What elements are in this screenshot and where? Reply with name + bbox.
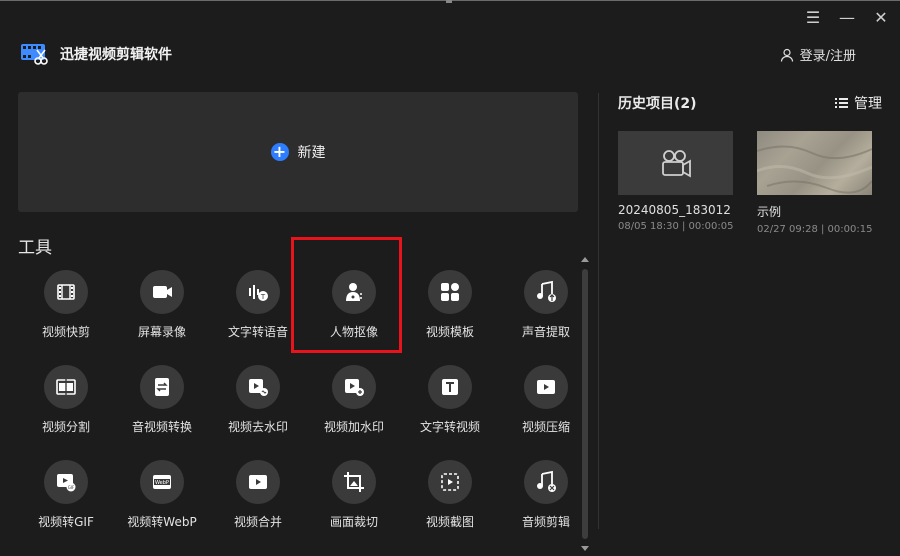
project-name: 20240805_183012 [618,203,731,217]
project-thumbnail [618,131,733,195]
new-project-button[interactable]: + 新建 [18,92,578,212]
remove-watermark-icon [236,365,280,409]
video-compress-icon [524,365,568,409]
history-title: 历史项目(2) [618,96,697,112]
tool-label: 屏幕录像 [137,325,186,339]
tools-section-title: 工具 [18,238,52,258]
manage-button[interactable]: 管理 [835,93,882,113]
tool-label: 视频加水印 [323,420,384,434]
manage-label: 管理 [854,96,882,112]
login-button[interactable]: 登录/注册 [780,45,856,64]
history-project-card[interactable]: 20240805_183012 08/05 18:30 | 00:00:05 [618,131,733,232]
scroll-up-arrow-icon[interactable] [581,257,589,262]
scroll-thumb[interactable] [582,269,588,539]
tool-label: 文字转语音 [227,325,288,339]
history-project-card[interactable]: 示例 02/27 09:28 | 00:00:15 [757,131,872,235]
highlight-box [291,237,402,353]
tool-text-to-video[interactable]: 文字转视频 [402,358,498,453]
panel-divider [598,93,599,529]
screen-record-icon [140,270,184,314]
tool-label: 视频转GIF [38,515,94,529]
tool-label: 文字转视频 [419,420,480,434]
tool-label: 视频分割 [41,420,90,434]
svg-text:T: T [260,293,266,301]
close-icon[interactable]: ✕ [872,9,890,27]
desert-landscape-image [757,145,872,194]
camera-placeholder-icon [661,150,691,178]
app-logo-icon [20,41,48,67]
window-controls: ☰ — ✕ [804,9,890,27]
tool-video-merge[interactable]: 视频合并 [210,453,306,548]
crop-icon [332,460,376,504]
menu-icon[interactable]: ☰ [804,9,822,27]
video-split-icon [44,365,88,409]
login-label: 登录/注册 [799,49,856,64]
tool-label: 视频截图 [425,515,474,529]
tool-remove-watermark[interactable]: 视频去水印 [210,358,306,453]
project-name: 示例 [757,205,782,219]
tool-screen-record[interactable]: 屏幕录像 [114,263,210,358]
user-icon [780,48,793,62]
app-title: 迅捷视频剪辑软件 [60,47,172,63]
tool-label: 画面裁切 [329,515,378,529]
plus-icon: + [270,143,289,161]
tool-video-to-gif[interactable]: GIF 视频转GIF [18,453,114,548]
tool-crop[interactable]: 画面裁切 [306,453,402,548]
audio-extract-icon [524,270,568,314]
tools-scrollbar[interactable] [579,257,591,551]
video-screenshot-icon [428,460,472,504]
svg-text:GIF: GIF [68,485,75,490]
tool-film-strip[interactable]: 视频快剪 [18,263,114,358]
project-meta: 08/05 18:30 | 00:00:05 [618,221,734,232]
tool-label: 视频模板 [425,325,474,339]
tool-label: 视频去水印 [227,420,288,434]
text-to-video-icon [428,365,472,409]
text-to-speech-icon: T [236,270,280,314]
video-to-gif-icon: GIF [44,460,88,504]
av-convert-icon [140,365,184,409]
tool-label: 音频剪辑 [521,515,570,529]
add-watermark-icon [332,365,376,409]
list-icon [835,98,848,108]
tool-label: 音视频转换 [131,420,192,434]
tool-av-convert[interactable]: 音视频转换 [114,358,210,453]
tool-video-to-webp[interactable]: WebP 视频转WebP [114,453,210,548]
new-project-label: 新建 [297,145,326,161]
tool-label: 视频合并 [233,515,282,529]
scroll-down-arrow-icon[interactable] [581,546,589,551]
top-edge-marker [446,0,452,3]
tool-template[interactable]: 视频模板 [402,263,498,358]
project-thumbnail [757,131,872,195]
tool-video-split[interactable]: 视频分割 [18,358,114,453]
video-merge-icon [236,460,280,504]
template-icon [428,270,472,314]
tool-label: 声音提取 [521,325,570,339]
app-window: ☰ — ✕ 迅捷视频剪辑软件 登录/注册 + 新建 工具 视频快剪 屏幕录像 T… [0,0,900,556]
minimize-icon[interactable]: — [838,9,856,27]
svg-text:WebP: WebP [155,480,169,486]
tool-add-watermark[interactable]: 视频加水印 [306,358,402,453]
project-meta: 02/27 09:28 | 00:00:15 [757,224,873,235]
tool-video-screenshot[interactable]: 视频截图 [402,453,498,548]
tool-label: 视频转WebP [127,515,197,529]
tool-label: 视频快剪 [41,325,90,339]
video-to-webp-icon: WebP [140,460,184,504]
film-strip-icon [44,270,88,314]
audio-cut-icon [524,460,568,504]
tool-label: 视频压缩 [521,420,570,434]
